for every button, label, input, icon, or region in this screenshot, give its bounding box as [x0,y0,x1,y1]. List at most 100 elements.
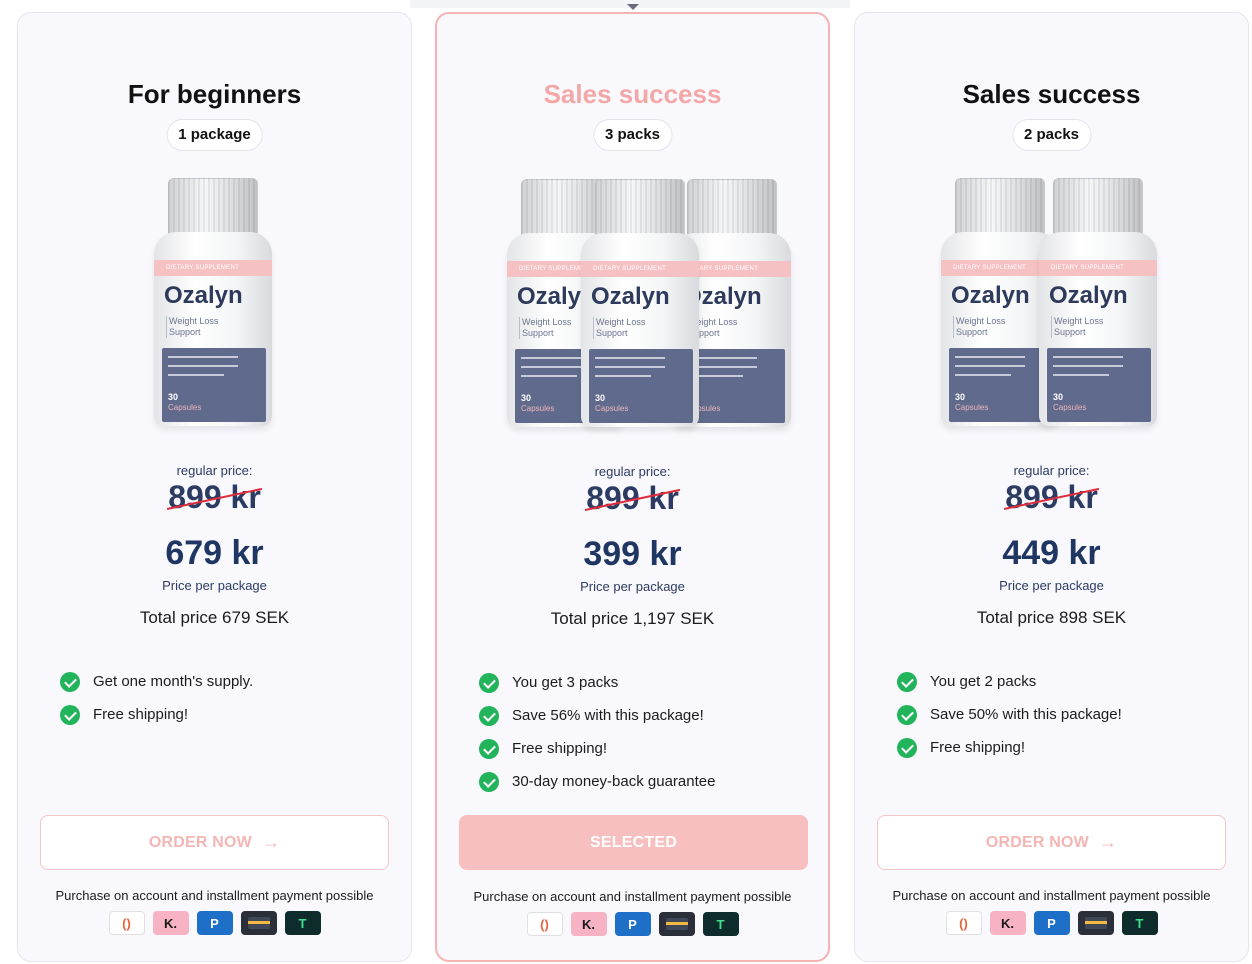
check-icon [479,672,499,693]
bottle-count: 30 [955,392,966,402]
bottle-count: 30 [595,393,606,403]
feature-text: Get one month's supply. [93,673,254,690]
arrow-right-icon: → [1098,832,1118,852]
feature-text: You get 3 packs [512,674,619,691]
check-icon [479,705,499,726]
old-price-value: 899 kr [168,479,261,515]
regular-price-label: regular price: [594,464,671,479]
klarna-icon: K. [570,912,607,936]
bottle-cap [1053,178,1143,238]
check-icon [479,771,499,792]
order-now-button[interactable]: ORDER NOW → [40,815,389,870]
bottle-brand: Ozalyn [951,282,1030,309]
bottle-subtitle: Weight Loss Support [1051,316,1103,338]
arrow-right-icon: → [261,832,281,852]
feature-item: Save 50% with this package! [897,698,1122,731]
card-icon [1077,911,1114,935]
bottle-caps-label: Capsules [1053,403,1087,412]
payment-note: Purchase on account and installment paym… [892,888,1211,903]
bottle-subtitle: Weight Loss Support [593,317,645,339]
regular-price-label: regular price: [176,463,253,478]
button-label: ORDER NOW [148,833,252,851]
trustly-icon: T [284,911,321,935]
check-icon [60,704,80,725]
regular-price-label: regular price: [1013,463,1090,478]
feature-text: 30-day money-back guarantee [512,773,716,790]
swish-icon: () [526,912,563,936]
pricing-card-3[interactable]: Sales success 2 packs DIETARY SUPPLEMENT … [854,12,1249,962]
supplement-bottle: DIETARY SUPPLEMENT Ozalyn Weight Loss Su… [581,179,699,427]
paypal-icon: P [614,912,651,936]
check-icon [897,704,917,725]
bottle-strip-text: DIETARY SUPPLEMENT [154,260,272,276]
package-count-badge: 2 packs [1011,119,1092,151]
payment-note: Purchase on account and installment paym… [473,889,792,904]
feature-item: Save 56% with this package! [479,699,715,732]
old-price: 899 kr [18,479,411,516]
pricing-cards: For beginners 1 package DIETARY SUPPLEMEN… [0,0,1252,964]
feature-item: 30-day money-back guarantee [479,765,715,798]
price-per-package-label: Price per package [580,579,685,594]
payment-methods: () K. P T [437,912,828,936]
bottle-cap [955,178,1045,238]
bottle-caps-label: Capsules [595,404,629,413]
bottle-count: 30 [168,392,179,402]
klarna-icon: K. [152,911,189,935]
button-label: ORDER NOW [985,833,1089,851]
pricing-card-1[interactable]: For beginners 1 package DIETARY SUPPLEMEN… [17,12,412,962]
bottle-body: DIETARY SUPPLEMENT Ozalyn Weight Loss Su… [1039,232,1157,426]
bottle-caps-label: Capsules [955,403,989,412]
current-price: 449 kr [1002,534,1101,572]
klarna-icon: K. [989,911,1026,935]
bottle-count: 30 [521,393,532,403]
old-price-value: 899 kr [586,480,679,516]
package-count-badge: 1 package [166,119,263,151]
total-price: Total price 898 SEK [976,608,1127,627]
old-price-value: 899 kr [1005,479,1098,515]
feature-text: Save 56% with this package! [512,707,704,724]
button-label: SELECTED [590,833,677,851]
current-price: 679 kr [165,534,264,572]
feature-text: Free shipping! [93,706,189,723]
bottle-body: DIETARY SUPPLEMENT Ozalyn Weight Loss Su… [154,232,272,426]
order-now-button[interactable]: ORDER NOW → [877,815,1226,870]
paypal-icon: P [1033,911,1070,935]
card-title: Sales success [962,79,1141,109]
feature-item: You get 3 packs [479,666,715,699]
feature-item: Get one month's supply. [60,665,253,698]
check-icon [897,671,917,692]
bottle-cap [595,179,685,239]
current-price: 399 kr [583,535,682,573]
payment-methods: () K. P T [855,911,1248,935]
feature-list: You get 3 packs Save 56% with this packag… [479,666,715,798]
bottle-strip-text: DIETARY SUPPLEMENT [1039,260,1157,276]
feature-text: Free shipping! [930,739,1026,756]
price-per-package-label: Price per package [162,578,267,593]
old-price: 899 kr [437,480,828,517]
payment-methods: () K. P T [18,911,411,935]
bottle-panel: 30 Capsules [589,349,693,423]
bottle-count: 30 [1053,392,1064,402]
feature-text: You get 2 packs [930,673,1037,690]
supplement-bottle: DIETARY SUPPLEMENT Ozalyn Weight Loss Su… [1039,178,1157,426]
old-price: 899 kr [855,479,1248,516]
feature-item: Free shipping! [897,731,1122,764]
check-icon [897,737,917,758]
feature-text: Free shipping! [512,740,608,757]
feature-item: Free shipping! [60,698,253,731]
feature-list: You get 2 packs Save 50% with this packag… [897,665,1122,764]
bottle-panel: 30 Capsules [949,348,1053,422]
swish-icon: () [108,911,145,935]
supplement-bottle: DIETARY SUPPLEMENT Ozalyn Weight Loss Su… [154,178,272,426]
pricing-card-2[interactable]: Sales success 3 packs DIETARY SUPPLEMENT … [435,12,830,962]
card-icon [658,912,695,936]
bottle-brand: Ozalyn [591,283,670,310]
check-icon [60,671,80,692]
trustly-icon: T [702,912,739,936]
card-title: Sales success [543,79,722,109]
bottle-cap [168,178,258,238]
bottle-body: DIETARY SUPPLEMENT Ozalyn Weight Loss Su… [581,233,699,427]
bottle-cap [687,179,777,239]
check-icon [479,738,499,759]
selected-button[interactable]: SELECTED [459,815,808,870]
